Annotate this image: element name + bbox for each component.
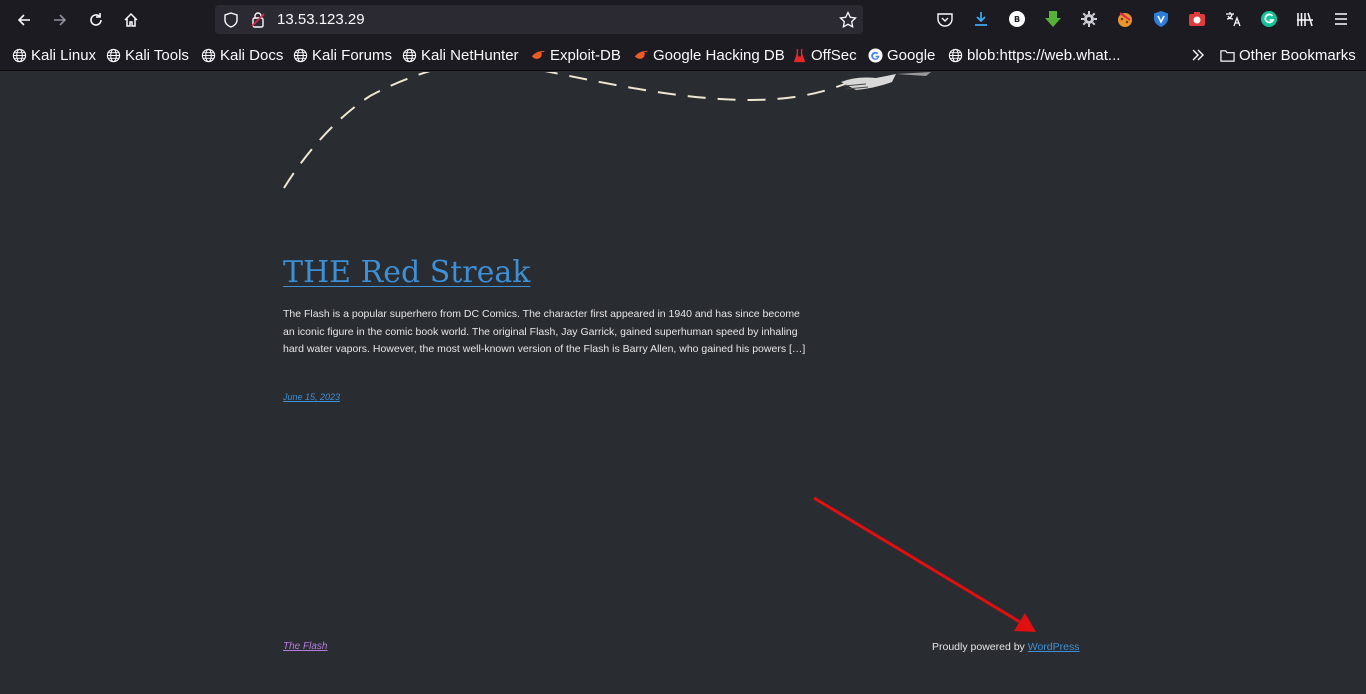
shield-icon[interactable] <box>223 12 239 32</box>
bookmark-blob[interactable]: blob:https://web.what... <box>948 45 1120 65</box>
bookmark-star-icon[interactable] <box>839 10 857 33</box>
globe-icon <box>293 48 308 63</box>
globe-icon <box>402 48 417 63</box>
bookmarks-toolbar: Kali Linux Kali Tools Kali Docs Kali For… <box>0 39 1366 71</box>
url-text: 13.53.123.29 <box>277 11 365 28</box>
extension-b-icon[interactable]: B <box>1007 9 1027 29</box>
bookmark-offsec[interactable]: OffSec <box>792 45 857 65</box>
screenshot-camera-icon[interactable] <box>1187 9 1207 29</box>
downloads-icon[interactable] <box>971 9 991 29</box>
powered-by-text: Proudly powered by <box>932 641 1028 653</box>
green-download-extension-icon[interactable] <box>1043 9 1063 29</box>
browser-toolbar: 13.53.123.29 B <box>0 0 1366 39</box>
footer-powered-by: Proudly powered by WordPress <box>932 641 1079 653</box>
bookmark-exploit-db[interactable]: Exploit-DB <box>531 45 621 65</box>
exploitdb-icon <box>531 48 546 63</box>
pocket-icon[interactable] <box>935 9 955 29</box>
globe-icon <box>201 48 216 63</box>
forward-icon[interactable] <box>47 7 73 33</box>
red-arrow-annotation <box>813 496 1036 632</box>
menu-icon[interactable] <box>1331 9 1351 29</box>
google-icon <box>868 47 883 63</box>
bookmark-google[interactable]: Google <box>868 45 935 65</box>
gear-extension-icon[interactable] <box>1079 9 1099 29</box>
bookmark-kali-linux[interactable]: Kali Linux <box>12 45 96 65</box>
bookmark-kali-nethunter[interactable]: Kali NetHunter <box>402 45 519 65</box>
back-icon[interactable] <box>11 7 37 33</box>
translate-icon[interactable] <box>1223 9 1243 29</box>
folder-icon <box>1220 48 1235 63</box>
exploitdb-icon <box>634 48 649 63</box>
offsec-icon <box>792 48 807 63</box>
other-bookmarks-folder[interactable]: Other Bookmarks <box>1220 45 1356 65</box>
bookmark-kali-tools[interactable]: Kali Tools <box>106 45 189 65</box>
address-bar[interactable]: 13.53.123.29 <box>215 5 863 34</box>
home-icon[interactable] <box>118 7 144 33</box>
globe-icon <box>12 48 27 63</box>
grammarly-icon[interactable] <box>1259 9 1279 29</box>
page-content: THE Red Streak The Flash is a popular su… <box>0 72 1366 694</box>
bookmark-kali-docs[interactable]: Kali Docs <box>201 45 283 65</box>
globe-icon <box>106 48 121 63</box>
reload-icon[interactable] <box>83 7 109 33</box>
wordpress-link[interactable]: WordPress <box>1028 641 1080 653</box>
bookmark-kali-forums[interactable]: Kali Forums <box>293 45 392 65</box>
chevron-double-right-icon[interactable] <box>1190 45 1206 65</box>
library-icon[interactable] <box>1295 9 1315 29</box>
footer-site-title-link[interactable]: The Flash <box>283 641 327 652</box>
svg-text:B: B <box>1014 15 1020 24</box>
cookie-extension-icon[interactable] <box>1115 9 1135 29</box>
bookmark-google-hacking-db[interactable]: Google Hacking DB <box>634 45 785 65</box>
lock-icon[interactable] <box>250 11 266 32</box>
vpn-shield-icon[interactable] <box>1151 9 1171 29</box>
globe-icon <box>948 48 963 63</box>
